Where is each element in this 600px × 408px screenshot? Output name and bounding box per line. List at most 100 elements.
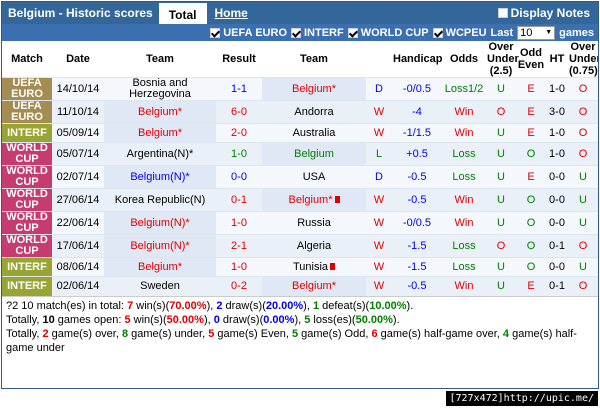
col-odd-even: Odd Even [516,41,546,78]
header-spacer [256,2,498,24]
competition-badge: WORLD CUP [2,234,52,258]
competition-badge: WORLD CUP [2,142,52,166]
col-handicap: Handicap [392,41,443,78]
half-time-score: 0-0 [546,257,568,277]
away-team[interactable]: USA [262,165,366,189]
table-row: WORLD CUP 02/07/14 Belgium(N)* 0-0 USA D -0.5 L… [2,165,598,189]
col-home-team: Team [104,41,216,78]
tab-total[interactable]: Total [158,3,207,24]
match-score[interactable]: 1-0 [216,211,262,235]
half-time-score: 0-0 [546,165,568,189]
match-score[interactable]: 1-0 [216,257,262,277]
match-outcome: W [366,257,392,277]
away-team[interactable]: Belgium* [262,276,366,296]
games-label: games [559,26,594,39]
over-under-075: O [568,100,598,124]
half-time-score: 1-0 [546,142,568,166]
handicap-value: -0.5 [392,188,442,212]
match-score[interactable]: 2-1 [216,234,262,258]
summary: ?2 10 match(es) in total: 7 win(s)(70.00… [2,295,598,357]
over-under-25: U [486,123,516,143]
checkbox-icon[interactable] [291,27,301,38]
competition-badge: WORLD CUP [2,165,52,189]
checkbox-icon[interactable] [347,27,358,38]
display-notes-checkbox[interactable] [497,8,508,18]
table-header: Match Date Team Result Team Handicap Odd… [2,41,598,78]
odd-even: E [516,77,546,101]
home-team[interactable]: Argentina(N)* [104,142,216,166]
summary-line-open: Totally, 10 games open: 5 win(s)(50.00%)… [6,313,400,326]
filter-interf[interactable]: INTERF [291,27,344,39]
home-team[interactable]: Sweden [104,276,216,296]
historic-scores-panel: Belgium - Historic scores Total Home Dis… [1,1,599,389]
odds-result: Win [442,188,486,212]
odd-even: O [516,188,546,212]
match-score[interactable]: 6-0 [216,100,262,124]
col-over-under-25: Over Under (2.5) [486,41,519,78]
filter-world-cup[interactable]: WORLD CUP [347,27,429,39]
home-team[interactable]: Bosnia and Herzegovina [104,77,216,101]
over-under-075: O [568,276,598,296]
odds-result: Loss [442,257,486,277]
home-team[interactable]: Belgium* [104,257,216,277]
odd-even: E [516,165,546,189]
match-score[interactable]: 0-2 [216,276,262,296]
watermark: [727x472]http://upic.me/ [445,391,598,406]
match-outcome: W [366,276,392,296]
handicap-value: -1/1.5 [392,123,442,143]
match-date: 11/10/14 [52,100,104,124]
red-card-icon [330,263,336,271]
away-team[interactable]: Australia [262,123,366,143]
over-under-075: O [568,77,598,101]
away-team[interactable]: Andorra [262,100,366,124]
odds-result: Win [442,211,486,235]
col-result: Result [216,41,262,78]
handicap-value: -0.5 [392,165,442,189]
match-score[interactable]: 1-0 [216,142,262,166]
match-outcome: D [366,77,392,101]
over-under-25: U [486,257,516,277]
match-score[interactable]: 1-1 [216,77,262,101]
odd-even: O [516,234,546,258]
over-under-075: O [568,123,598,143]
home-team[interactable]: Belgium(N)* [104,211,216,235]
half-time-score: 0-1 [546,276,568,296]
filter-bar: UEFA EURO INTERF WORLD CUP WCPEU Last 10… [2,24,598,41]
filter-wcpeu[interactable]: WCPEU [432,27,487,39]
over-under-075: U [568,165,598,189]
filter-uefa-euro[interactable]: UEFA EURO [210,27,287,39]
match-score[interactable]: 0-1 [216,188,262,212]
away-team[interactable]: Belgium* [262,188,366,212]
checkbox-icon[interactable] [432,27,443,38]
half-time-score: 0-0 [546,188,568,212]
home-team[interactable]: Belgium(N)* [104,165,216,189]
over-under-075: O [568,234,598,258]
match-score[interactable]: 2-0 [216,123,262,143]
home-team[interactable]: Korea Republic(N) [104,188,216,212]
table-row: WORLD CUP 17/06/14 Belgium(N)* 2-1 Algeria W -… [2,234,598,258]
away-team[interactable]: Belgium [262,142,366,166]
home-team[interactable]: Belgium* [104,123,216,143]
home-team[interactable]: Belgium* [104,100,216,124]
half-time-score: 3-0 [546,100,568,124]
handicap-value: +0.5 [392,142,442,166]
match-score[interactable]: 0-0 [216,165,262,189]
away-team[interactable]: Algeria [262,234,366,258]
checkbox-icon[interactable] [210,27,221,38]
competition-badge: UEFA EURO [2,100,52,124]
away-team[interactable]: Belgium* [262,77,366,101]
competition-badge: WORLD CUP [2,211,52,235]
competition-badge: UEFA EURO [2,77,52,101]
last-games-select[interactable]: 10 ▼ [517,25,556,40]
match-date: 27/06/14 [52,188,104,212]
odd-even: O [516,142,546,166]
col-date: Date [52,41,104,78]
table-row: WORLD CUP 22/06/14 Belgium(N)* 1-0 Russia W -0… [2,211,598,235]
display-notes-toggle[interactable]: Display Notes [497,2,598,24]
over-under-075: U [568,257,598,277]
home-team[interactable]: Belgium(N)* [104,234,216,258]
over-under-25: U [486,276,516,296]
away-team[interactable]: Tunisia [262,257,366,277]
tab-home[interactable]: Home [207,2,256,24]
away-team[interactable]: Russia [262,211,366,235]
